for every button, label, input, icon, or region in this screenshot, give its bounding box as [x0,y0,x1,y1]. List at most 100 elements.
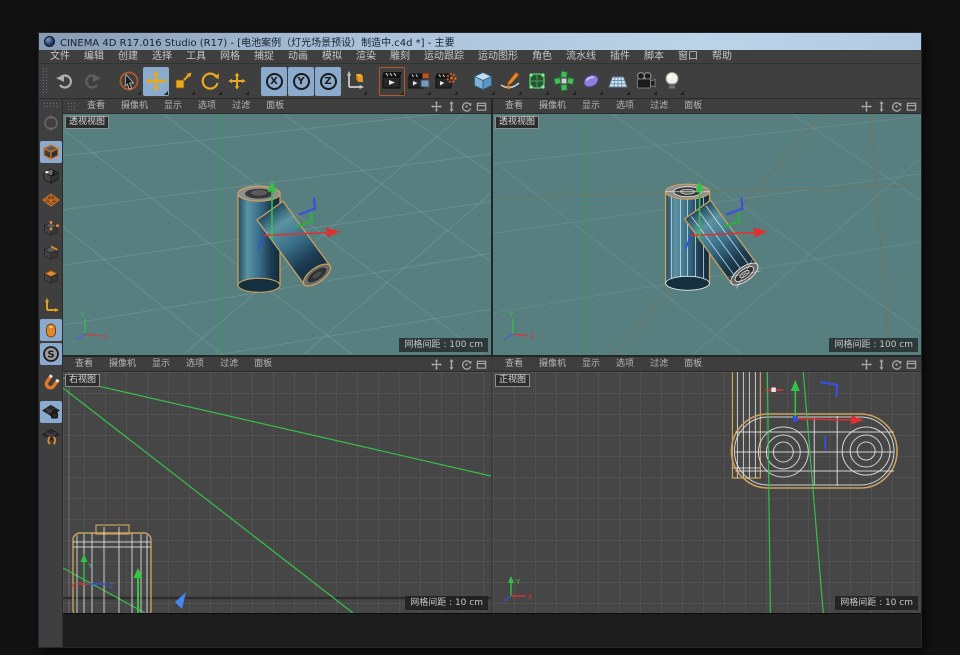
dolly-icon[interactable] [446,101,457,112]
snap-enable-button[interactable]: S [40,343,62,365]
scale-tool-button[interactable] [170,67,196,96]
dolly-icon[interactable] [446,359,457,370]
menu-item-simulate[interactable]: 模拟 [315,50,349,64]
live-selection-button[interactable] [116,67,142,96]
menu-item-pipeline[interactable]: 流水线 [559,50,603,64]
mouse-input-button[interactable] [40,319,62,341]
enable-axis-button[interactable] [40,295,62,317]
lock-y-axis-button[interactable]: Y [288,67,314,96]
menu-item-file[interactable]: 文件 [43,50,77,64]
viewport-menu-cameras[interactable]: 摄像机 [101,357,144,372]
menu-item-mograph[interactable]: 运动图形 [471,50,525,64]
dolly-icon[interactable] [876,101,887,112]
battery-capsule-wire-front[interactable] [731,414,897,488]
camera-button[interactable] [632,67,658,96]
move-tool-button[interactable] [143,67,169,96]
viewport-menu-options[interactable]: 选项 [608,99,642,114]
toggle-view-icon[interactable] [906,359,917,370]
menu-item-render[interactable]: 渲染 [349,50,383,64]
render-view-button[interactable] [379,67,405,96]
toggle-view-icon[interactable] [476,101,487,112]
viewport-top-left-canvas[interactable]: Y X 透视视图 网格间距 : 100 cm [63,114,491,355]
viewport-menu-display[interactable]: 显示 [574,99,608,114]
menu-item-script[interactable]: 脚本 [637,50,671,64]
viewport-menu-display[interactable]: 显示 [144,357,178,372]
menu-item-tools[interactable]: 工具 [179,50,213,64]
workplane-mode-button[interactable] [40,189,62,211]
menu-item-create[interactable]: 创建 [111,50,145,64]
menu-item-snap[interactable]: 捕捉 [247,50,281,64]
redo-button[interactable] [79,67,105,96]
menu-item-edit[interactable]: 编辑 [77,50,111,64]
render-to-picture-viewer-button[interactable] [406,67,432,96]
viewport-menu-cameras[interactable]: 摄像机 [531,99,574,114]
viewport-menu-options[interactable]: 选项 [178,357,212,372]
palette-grip[interactable] [43,102,59,109]
lock-workplane-button[interactable] [40,401,62,423]
add-spline-button[interactable] [497,67,523,96]
viewport-menu-filter[interactable]: 过滤 [642,357,676,372]
undo-button[interactable] [52,67,78,96]
magnet-snap-button[interactable] [40,372,62,394]
edges-mode-button[interactable] [40,242,62,264]
pan-icon[interactable] [431,101,442,112]
viewport-menu-view[interactable]: 查看 [497,99,531,114]
axis-gizmo[interactable] [765,380,864,450]
add-primitive-button[interactable] [470,67,496,96]
menu-item-mesh[interactable]: 网格 [213,50,247,64]
menu-item-sculpt[interactable]: 雕刻 [383,50,417,64]
rotate-tool-button[interactable] [197,67,223,96]
title-bar[interactable]: CINEMA 4D R17.016 Studio (R17) - [电池案例（灯… [39,33,921,50]
viewport-grip[interactable] [67,102,77,111]
viewport-menu-view[interactable]: 查看 [79,99,113,114]
floor-button[interactable] [605,67,631,96]
pan-icon[interactable] [861,101,872,112]
last-tool-button[interactable] [224,67,250,96]
dolly-icon[interactable] [876,359,887,370]
make-editable-button[interactable] [40,112,62,134]
viewport-menu-display[interactable]: 显示 [156,99,190,114]
viewport-menu-view[interactable]: 查看 [497,357,531,372]
menu-item-window[interactable]: 窗口 [671,50,705,64]
viewport-menu-options[interactable]: 选项 [608,357,642,372]
viewport-menu-view[interactable]: 查看 [67,357,101,372]
viewport-menu-panel[interactable]: 面板 [676,99,710,114]
viewport-menu-panel[interactable]: 面板 [676,357,710,372]
coordinate-system-button[interactable] [342,67,368,96]
menu-item-plugins[interactable]: 插件 [603,50,637,64]
points-mode-button[interactable] [40,218,62,240]
rotate-view-icon[interactable] [891,359,902,370]
pan-icon[interactable] [431,359,442,370]
menu-item-character[interactable]: 角色 [525,50,559,64]
viewport-bottom-right-canvas[interactable]: Y X 正视图 网格间距 : 10 cm [493,372,921,613]
array-generator-button[interactable] [551,67,577,96]
toggle-view-icon[interactable] [906,101,917,112]
polygons-mode-button[interactable] [40,266,62,288]
pan-icon[interactable] [861,359,872,370]
lock-x-axis-button[interactable]: X [261,67,287,96]
rotate-view-icon[interactable] [461,359,472,370]
light-button[interactable] [659,67,685,96]
viewport-menu-panel[interactable]: 面板 [258,99,292,114]
viewport-bottom-left-canvas[interactable]: Y X Z 右视图 [63,372,491,613]
menu-item-help[interactable]: 帮助 [705,50,739,64]
menu-item-motion-tracker[interactable]: 运动跟踪 [417,50,471,64]
planar-workplane-button[interactable] [40,425,62,447]
viewport-menu-cameras[interactable]: 摄像机 [113,99,156,114]
rotate-view-icon[interactable] [461,101,472,112]
texture-mode-button[interactable] [40,165,62,187]
model-mode-button[interactable] [40,141,62,163]
toolbar-grip[interactable] [42,67,48,95]
viewport-menu-display[interactable]: 显示 [574,357,608,372]
subdivision-surface-button[interactable] [524,67,550,96]
render-settings-button[interactable] [433,67,459,96]
viewport-menu-cameras[interactable]: 摄像机 [531,357,574,372]
menu-item-animate[interactable]: 动画 [281,50,315,64]
viewport-menu-filter[interactable]: 过滤 [224,99,258,114]
rotate-view-icon[interactable] [891,101,902,112]
viewport-menu-filter[interactable]: 过滤 [212,357,246,372]
viewport-menu-options[interactable]: 选项 [190,99,224,114]
camera-cone-marker[interactable] [175,592,186,609]
viewport-menu-filter[interactable]: 过滤 [642,99,676,114]
lock-z-axis-button[interactable]: Z [315,67,341,96]
